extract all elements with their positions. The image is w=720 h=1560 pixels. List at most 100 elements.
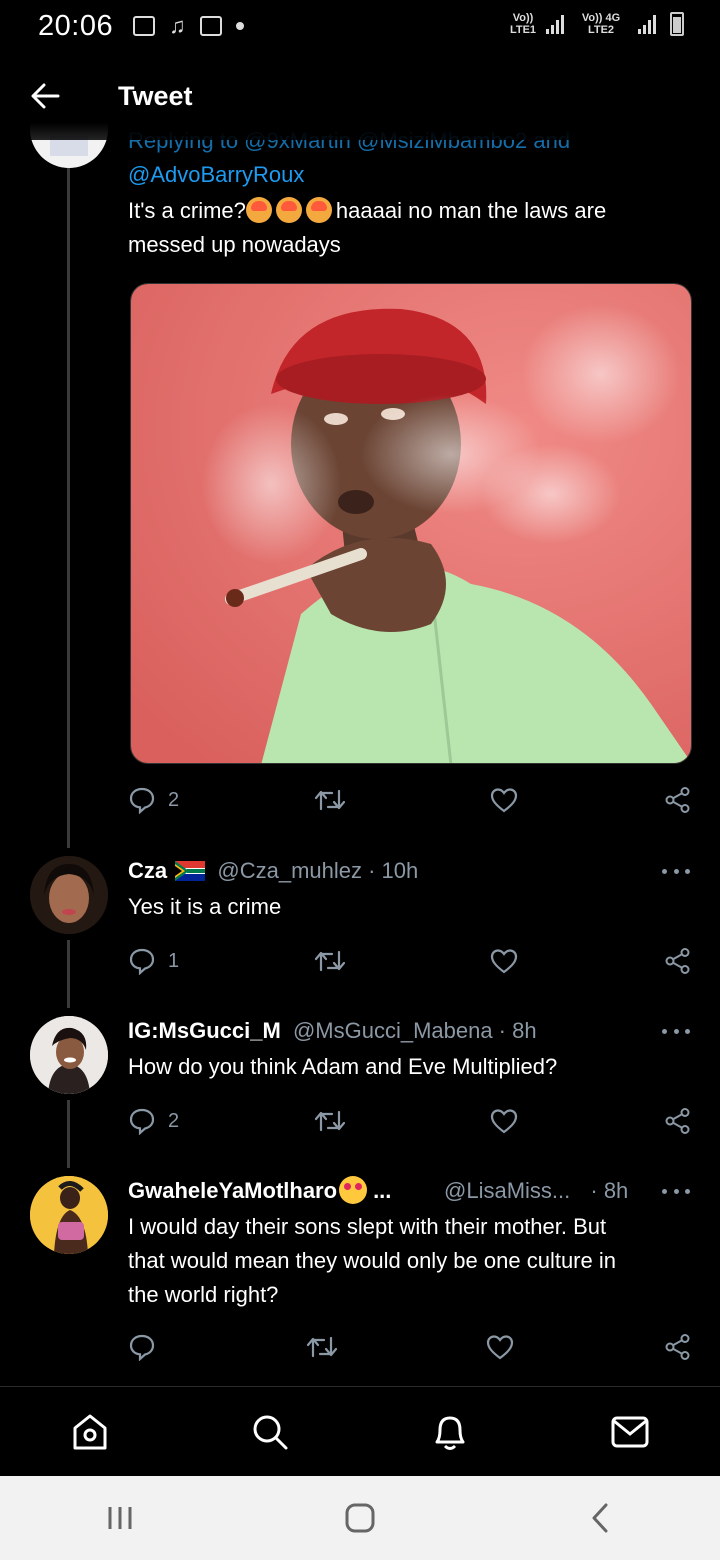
- system-back-button[interactable]: [555, 1476, 645, 1560]
- nav-search[interactable]: [225, 1387, 315, 1477]
- retweet-icon: [306, 1336, 338, 1358]
- status-bar: 20:06 ♫ Vo)) LTE1 Vo)) 4G LTE2: [0, 0, 720, 52]
- status-time: 20:06: [38, 9, 114, 42]
- heart-eyes-emoji-icon: [339, 1176, 368, 1204]
- comment-icon: [129, 787, 155, 814]
- share-button[interactable]: [664, 1327, 692, 1367]
- search-icon: [253, 1415, 288, 1449]
- share-icon: [665, 948, 690, 974]
- tweet-header: Cza @Cza_muhlez · 10h: [128, 856, 418, 886]
- comment-icon: [129, 948, 155, 975]
- heart-icon: [490, 1109, 518, 1134]
- avatar[interactable]: [30, 1016, 108, 1094]
- heart-icon: [490, 949, 518, 974]
- like-button[interactable]: [490, 1101, 518, 1141]
- tweet-text: Yes it is a crime: [128, 894, 282, 919]
- like-button[interactable]: [490, 780, 518, 820]
- battery-icon: [670, 12, 684, 36]
- share-icon: [665, 787, 690, 813]
- signal-bars-1-icon: [546, 14, 564, 34]
- author-name-suffix: ...: [373, 1178, 392, 1203]
- comment-icon: [129, 1334, 155, 1361]
- sim1-label: Vo)) LTE1: [509, 12, 537, 36]
- avatar[interactable]: [30, 1176, 108, 1254]
- tweet-actions: 1: [128, 941, 692, 981]
- tweet-text-part1: It's a crime?: [128, 198, 246, 223]
- tweet-text-part2: haaaai no man the laws are: [335, 198, 607, 223]
- like-button[interactable]: [486, 1327, 514, 1367]
- author-name[interactable]: IG:MsGucci_M: [128, 1018, 281, 1043]
- page-title: Tweet: [118, 80, 193, 111]
- avatar[interactable]: [30, 856, 108, 934]
- more-icon[interactable]: [662, 1186, 690, 1196]
- thread-line: [67, 168, 70, 848]
- author-name[interactable]: Cza: [128, 858, 167, 883]
- author-handle[interactable]: @MsGucci_Mabena · 8h: [293, 1018, 537, 1043]
- reply-count: 1: [168, 949, 180, 972]
- tweet-text-line1: I would day their sons slept with their …: [128, 1214, 607, 1239]
- retweet-button[interactable]: [314, 941, 346, 981]
- replying-to-mention[interactable]: @AdvoBarryRoux: [128, 158, 304, 192]
- tweet-actions: 2: [128, 1101, 692, 1141]
- retweet-icon: [314, 950, 346, 972]
- reply-button[interactable]: 2: [128, 780, 179, 820]
- signal-bars-2-icon: [638, 14, 656, 34]
- share-button[interactable]: [664, 1101, 692, 1141]
- retweet-button[interactable]: [306, 1327, 338, 1367]
- nav-messages[interactable]: [585, 1387, 675, 1477]
- thread-line: [67, 1100, 70, 1168]
- bottom-navigation: [0, 1386, 720, 1476]
- more-icon[interactable]: [662, 866, 690, 876]
- recent-apps-button[interactable]: [75, 1476, 165, 1560]
- chevron-left-icon: [592, 1503, 608, 1533]
- top-app-bar: Tweet: [0, 52, 720, 140]
- nav-notifications[interactable]: [405, 1387, 495, 1477]
- tweet-text-line2: messed up nowadays: [128, 232, 341, 257]
- more-icon[interactable]: [662, 1026, 690, 1036]
- tweet-text: It's a crime? haaaai no man the laws are …: [128, 194, 688, 262]
- reply-count: 2: [168, 1109, 180, 1132]
- retweet-button[interactable]: [314, 1101, 346, 1141]
- tweet-handle-line: @LisaMiss... · 8h: [438, 1176, 628, 1206]
- tweet-image[interactable]: [130, 283, 692, 764]
- gallery-icon: [133, 16, 156, 36]
- retweet-icon: [314, 789, 346, 811]
- home-button[interactable]: [315, 1476, 405, 1560]
- retweet-button[interactable]: [314, 780, 346, 820]
- tweet-text-line2: that would mean they would only be one c…: [128, 1248, 616, 1273]
- system-navigation-bar: [0, 1476, 720, 1560]
- author-name[interactable]: GwaheleYaMotlharo: [128, 1178, 337, 1203]
- music-note-icon: ♫: [169, 13, 186, 38]
- share-icon: [665, 1334, 690, 1360]
- thread-line: [67, 940, 70, 1008]
- tweet-text-line3: the world right?: [128, 1282, 279, 1307]
- emoji-icon: [275, 197, 302, 223]
- heart-icon: [486, 1335, 514, 1360]
- dot-icon: [235, 22, 244, 30]
- like-button[interactable]: [490, 941, 518, 981]
- back-button[interactable]: [0, 52, 90, 140]
- nav-home[interactable]: [45, 1387, 135, 1477]
- photo-illustration: [131, 284, 691, 763]
- media-icon: [199, 16, 222, 36]
- share-button[interactable]: [664, 941, 692, 981]
- tweet-actions: 2: [128, 780, 692, 820]
- reply-button[interactable]: 2: [128, 1101, 179, 1141]
- recent-apps-icon: [108, 1507, 132, 1529]
- tweet-header: IG:MsGucci_M @MsGucci_Mabena · 8h: [128, 1016, 537, 1046]
- reply-count: 2: [168, 788, 180, 811]
- home-icon: [73, 1414, 107, 1449]
- tweet-text: I would day their sons slept with their …: [128, 1210, 688, 1312]
- share-icon: [665, 1108, 690, 1134]
- tweet-actions: [128, 1327, 692, 1367]
- tweet-header: GwaheleYaMotlharo...: [128, 1176, 391, 1206]
- emoji-icon: [305, 197, 332, 223]
- author-handle[interactable]: @Cza_muhlez · 10h: [217, 858, 418, 883]
- bell-icon: [435, 1416, 465, 1450]
- author-handle[interactable]: @LisaMiss...: [444, 1178, 570, 1203]
- reply-button[interactable]: 1: [128, 941, 179, 981]
- reply-button[interactable]: [128, 1327, 156, 1367]
- south-africa-flag-icon: [175, 861, 206, 881]
- heart-icon: [490, 788, 518, 813]
- share-button[interactable]: [664, 780, 692, 820]
